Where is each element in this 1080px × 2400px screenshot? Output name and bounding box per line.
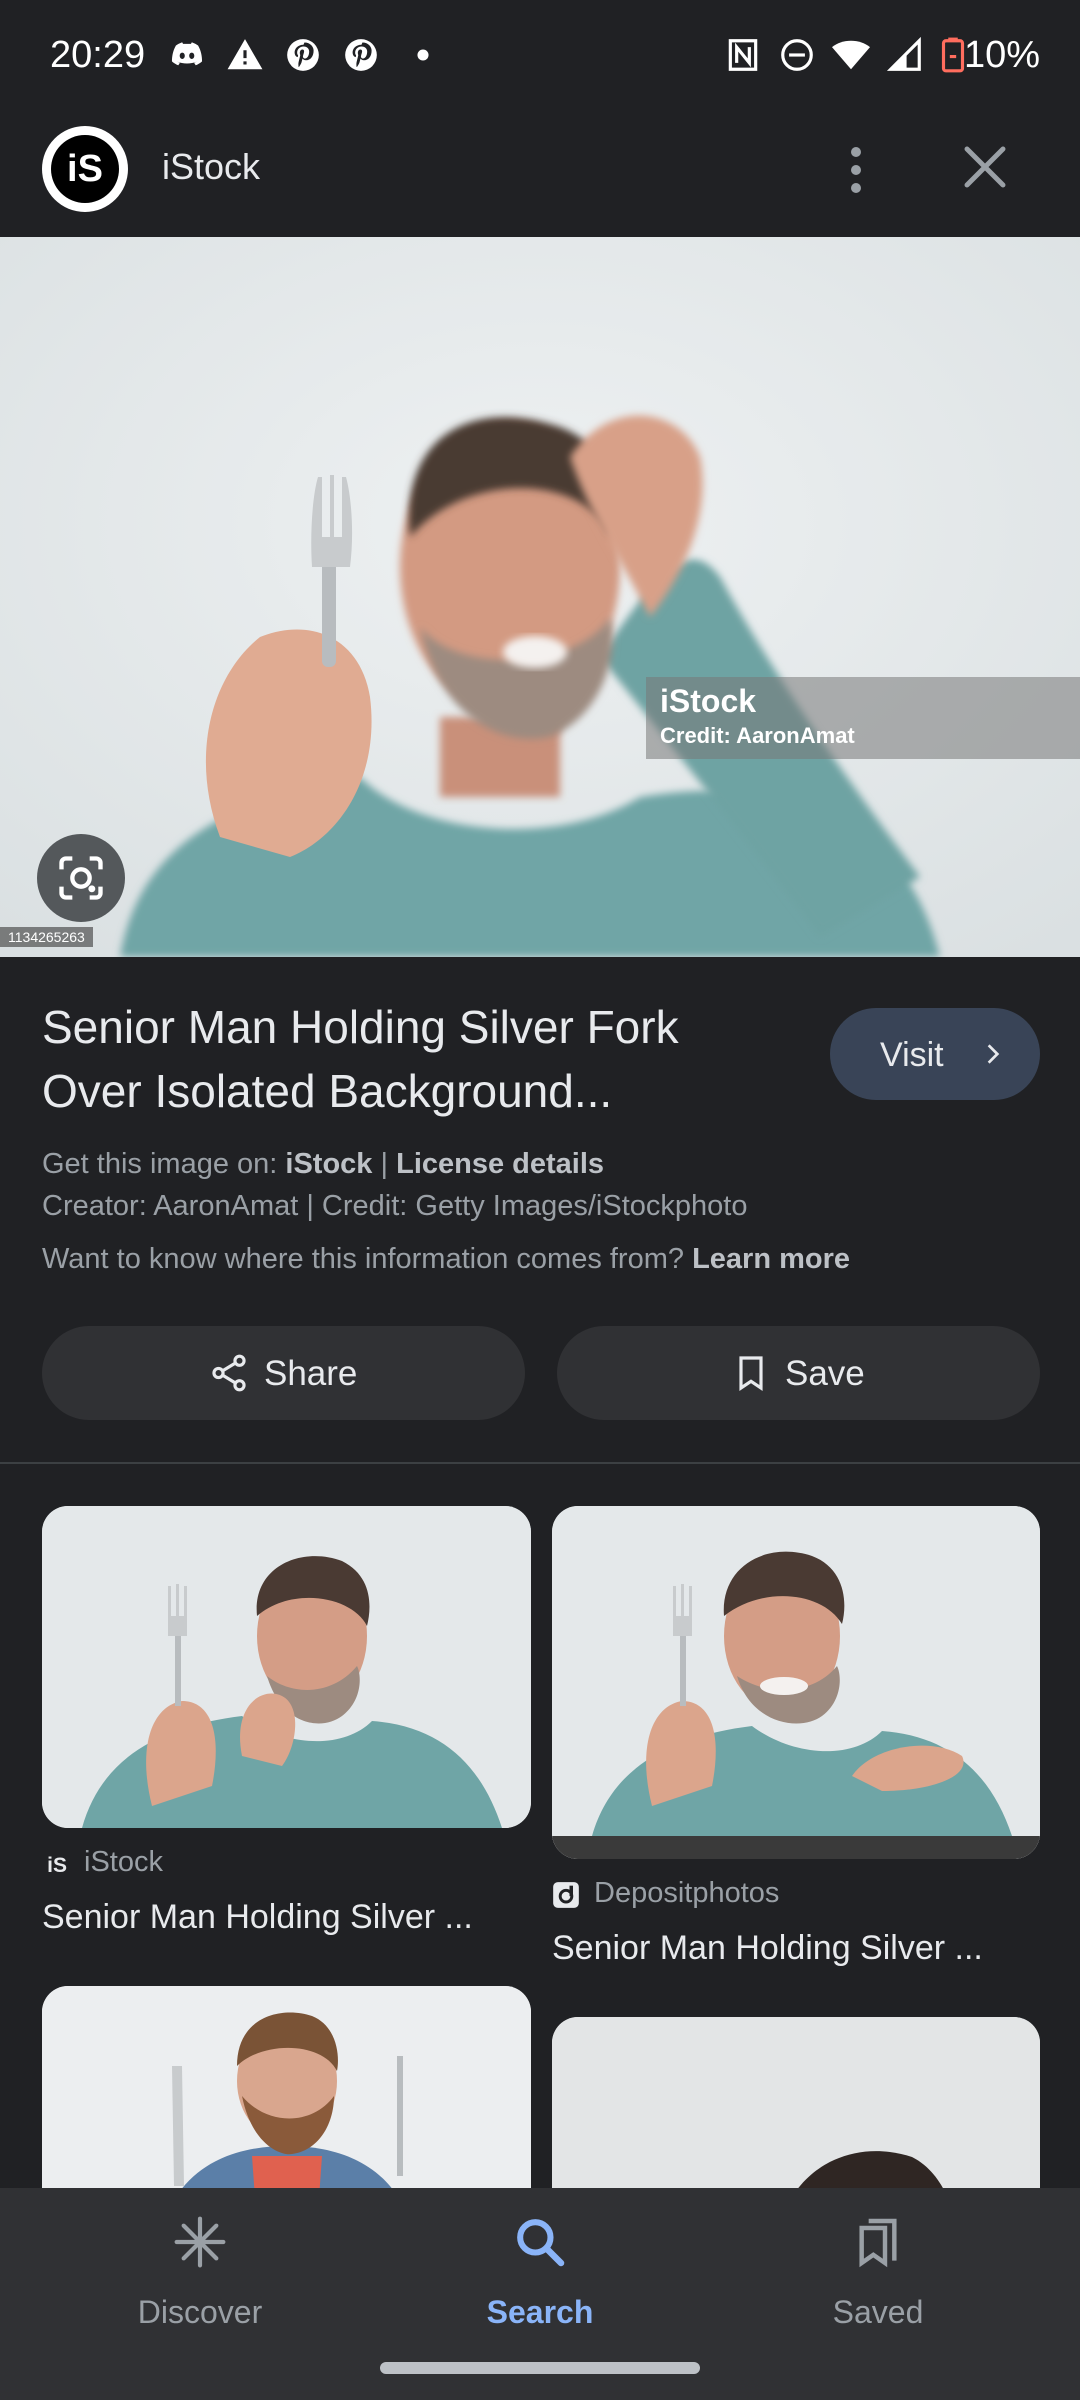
svg-text:iS: iS — [47, 1854, 67, 1877]
wifi-icon — [832, 40, 870, 70]
watermark-brand: iStock — [660, 683, 757, 719]
bookmarks-icon — [859, 2218, 897, 2268]
creator-line: Creator: AaronAmat | Credit: Getty Image… — [42, 1190, 748, 1222]
battery-percentage: 10% — [963, 34, 1040, 76]
visit-button-label: Visit — [880, 1036, 944, 1074]
share-icon — [212, 1354, 246, 1392]
nav-discover[interactable]: Discover — [20, 2188, 380, 2348]
pinterest-icon — [287, 39, 319, 71]
save-button-label: Save — [785, 1354, 865, 1393]
related-image-2[interactable] — [552, 1506, 1040, 1859]
discord-icon — [171, 42, 203, 66]
google-lens-icon — [59, 856, 103, 900]
close-icon[interactable] — [958, 140, 1012, 194]
related-image-1[interactable] — [42, 1506, 531, 1828]
chevron-right-icon — [987, 1044, 1000, 1064]
learn-more-link[interactable]: Learn more — [692, 1243, 850, 1275]
license-details-link[interactable]: License details — [396, 1148, 604, 1180]
related-title-1[interactable]: Senior Man Holding Silver ... — [42, 1898, 473, 1937]
watermark-credit: Credit: AaronAmat — [660, 723, 855, 748]
nav-discover-label: Discover — [137, 2294, 263, 2330]
cellular-signal-icon — [886, 36, 921, 71]
image-title: Senior Man Holding Silver Fork Over Isol… — [42, 1001, 679, 1117]
site-name[interactable]: iStock — [162, 146, 260, 188]
separator: | — [380, 1148, 389, 1180]
bookmark-icon — [739, 1356, 763, 1391]
share-button[interactable]: Share — [42, 1326, 525, 1420]
info-source-line: Want to know where this information come… — [42, 1243, 850, 1276]
lens-search-button[interactable] — [37, 834, 125, 922]
nav-search[interactable]: Search — [360, 2188, 720, 2348]
get-image-line: Get this image on: iStock | License deta… — [42, 1148, 604, 1181]
nfc-icon — [728, 39, 758, 71]
viewer-header: iS iStock — [0, 100, 1080, 237]
site-logo: iS — [42, 126, 128, 212]
save-button[interactable]: Save — [557, 1326, 1040, 1420]
photo-senior-man-fork — [0, 237, 1080, 957]
main-image[interactable]: iStock Credit: AaronAmat 1134265263 — [0, 237, 1080, 957]
nav-search-label: Search — [486, 2294, 594, 2330]
related-source-2: Depositphotos — [594, 1877, 780, 1909]
get-image-prefix: Get this image on: — [42, 1148, 278, 1180]
nav-saved-label: Saved — [832, 2294, 924, 2330]
asterisk-icon — [174, 2216, 226, 2268]
photo-man-fork-thinking — [42, 1506, 531, 1828]
status-bar: 20:29 10% — [0, 0, 1080, 100]
istock-logo-text: iS — [51, 135, 119, 203]
related-source-1: iStock — [84, 1846, 163, 1878]
search-icon — [517, 2219, 565, 2267]
related-title-2[interactable]: Senior Man Holding Silver ... — [552, 1929, 983, 1968]
get-image-source-link[interactable]: iStock — [285, 1148, 372, 1180]
pinterest-icon — [345, 39, 377, 71]
more-notifications-dot-icon — [417, 49, 429, 61]
image-watermark: iStock Credit: AaronAmat — [646, 677, 1080, 759]
share-button-label: Share — [264, 1354, 358, 1393]
depositphotos-favicon-icon — [553, 1882, 579, 1908]
visit-button[interactable]: Visit — [830, 1008, 1040, 1100]
warning-icon — [227, 39, 263, 70]
photo-man-fork-smiling — [552, 1506, 1040, 1859]
gesture-home-handle[interactable] — [380, 2362, 700, 2374]
more-options-icon[interactable] — [836, 140, 876, 200]
istock-favicon-icon: iS — [46, 1850, 74, 1878]
status-time: 20:29 — [50, 34, 146, 76]
nav-saved[interactable]: Saved — [698, 2188, 1058, 2348]
info-question: Want to know where this information come… — [42, 1243, 685, 1275]
do-not-disturb-icon — [781, 39, 813, 71]
image-id-label: 1134265263 — [0, 927, 93, 947]
section-divider — [0, 1462, 1080, 1464]
